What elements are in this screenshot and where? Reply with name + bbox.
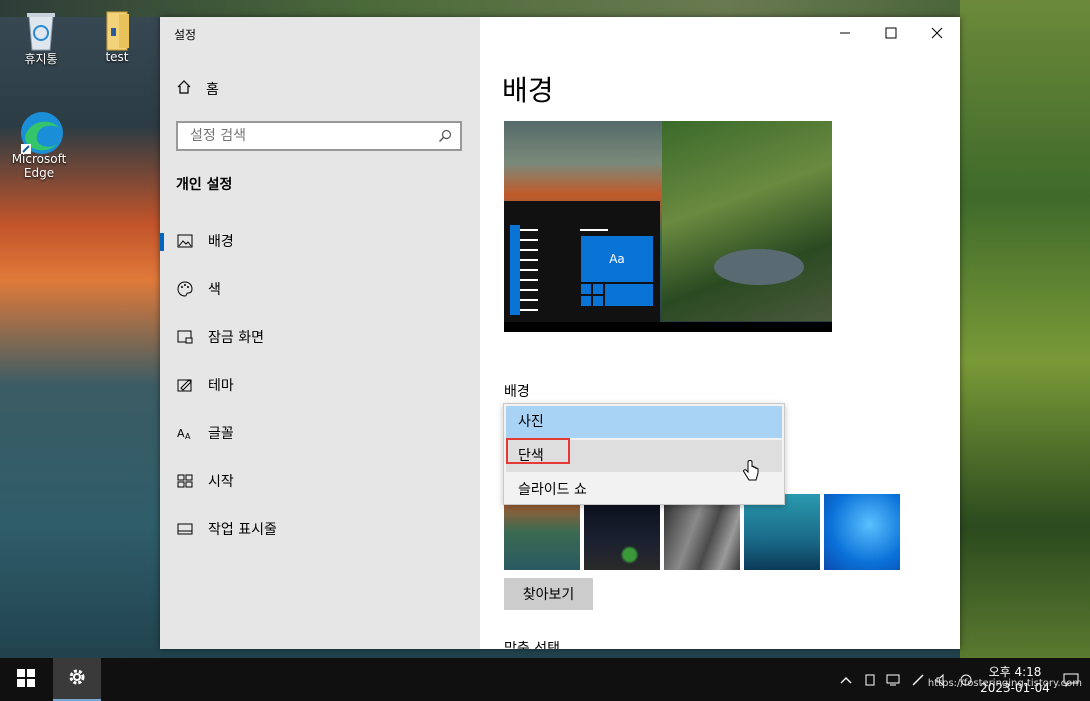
section-heading: 개인 설정 <box>176 177 233 193</box>
desktop-icon-edge[interactable]: Microsoft Edge <box>4 110 74 180</box>
wallpaper-forest <box>960 0 1090 658</box>
minimize-button[interactable] <box>822 17 868 49</box>
window-title: 설정 <box>174 28 197 42</box>
sidebar-item-fonts[interactable]: AA 글꼴 <box>160 413 480 453</box>
folder-icon <box>97 8 137 51</box>
sidebar-item-label: 작업 표시줄 <box>208 522 277 538</box>
preview-tile-large: Aa <box>580 235 654 283</box>
network-icon[interactable] <box>883 670 905 690</box>
image-icon <box>176 232 194 250</box>
theme-icon <box>176 376 194 394</box>
thumb-windows[interactable] <box>824 494 900 570</box>
edge-icon <box>19 110 63 154</box>
desktop-icon-recycle-bin[interactable]: 휴지통 <box>6 8 76 67</box>
sidebar-item-taskbar[interactable]: 작업 표시줄 <box>160 509 480 549</box>
preview-rock <box>714 249 804 285</box>
desktop-icon-label: test <box>105 50 129 64</box>
system-tray: https://fosteringing.tistory.com 오후 4:18… <box>834 658 1090 701</box>
fit-label: 맞춤 선택 <box>504 641 560 649</box>
annotation-highlight-box <box>506 438 570 464</box>
settings-window: 설정 홈 개인 설정 배경 색 잠금 화면 테마 <box>160 17 960 649</box>
preview-tile-small <box>580 283 592 295</box>
preview-forest <box>662 121 832 321</box>
desktop-icon-label: Microsoft Edge <box>11 152 67 180</box>
preview-tile-small <box>580 295 592 307</box>
preview-menu-strip <box>510 225 520 315</box>
svg-text:A: A <box>185 432 191 441</box>
desktop-icon-test-folder[interactable]: test <box>82 8 152 64</box>
browse-button[interactable]: 찾아보기 <box>504 578 593 610</box>
hand-cursor-icon <box>742 460 760 488</box>
sidebar-item-label: 잠금 화면 <box>208 330 264 346</box>
start-icon <box>176 472 194 490</box>
search-icon[interactable] <box>438 128 452 142</box>
background-type-label: 배경 <box>504 384 530 400</box>
background-preview: Aa <box>504 121 832 332</box>
sidebar-item-theme[interactable]: 테마 <box>160 365 480 405</box>
sidebar-item-label: 색 <box>208 282 221 298</box>
maximize-button[interactable] <box>868 17 914 49</box>
preview-tile-small <box>592 295 604 307</box>
font-icon: AA <box>176 424 194 442</box>
taskbar-icon <box>176 520 194 538</box>
sidebar-item-label: 배경 <box>208 234 234 250</box>
gear-icon <box>67 667 87 691</box>
palette-icon <box>176 280 194 298</box>
home-icon <box>176 79 192 99</box>
taskbar-settings-app[interactable] <box>53 658 101 701</box>
recycle-bin-icon <box>21 8 61 51</box>
pen-icon[interactable] <box>907 670 929 690</box>
sidebar: 설정 홈 개인 설정 배경 색 잠금 화면 테마 <box>160 17 480 649</box>
wallpaper-top <box>0 0 1090 17</box>
usb-icon[interactable] <box>859 670 881 690</box>
nav-home-label: 홈 <box>206 82 219 98</box>
windows-logo-icon <box>17 668 35 691</box>
page-title: 배경 <box>502 74 554 107</box>
svg-text:A: A <box>177 427 185 440</box>
sidebar-item-lock-screen[interactable]: 잠금 화면 <box>160 317 480 357</box>
start-button[interactable] <box>0 658 52 701</box>
preview-tile-header <box>580 229 608 231</box>
desktop-icon-label: 휴지통 <box>24 52 58 66</box>
preview-taskbar <box>504 322 832 332</box>
search-box[interactable] <box>176 121 462 151</box>
preview-start-menu: Aa <box>504 201 660 322</box>
taskbar: https://fosteringing.tistory.com 오후 4:18… <box>0 658 1090 701</box>
sidebar-item-label: 글꼴 <box>208 426 234 442</box>
sidebar-item-start[interactable]: 시작 <box>160 461 480 501</box>
sidebar-item-background[interactable]: 배경 <box>160 221 480 261</box>
dropdown-option-slideshow[interactable]: 슬라이드 쇼 <box>506 474 782 506</box>
close-button[interactable] <box>914 17 960 49</box>
sidebar-item-label: 시작 <box>208 474 234 490</box>
background-type-dropdown[interactable]: 사진 단색 슬라이드 쇼 <box>503 403 785 505</box>
sidebar-item-color[interactable]: 색 <box>160 269 480 309</box>
nav-home[interactable]: 홈 <box>176 79 219 99</box>
preview-tile-wide <box>604 283 654 307</box>
chevron-up-icon[interactable] <box>835 670 857 690</box>
dropdown-option-picture[interactable]: 사진 <box>506 406 782 438</box>
watermark-text: https://fosteringing.tistory.com <box>927 678 1082 689</box>
main-panel: 배경 Aa 배경 사진 단색 슬라이드 쇼 찾아보기 맞춤 선택 <box>480 17 960 649</box>
search-input[interactable] <box>188 123 432 149</box>
lock-screen-icon <box>176 328 194 346</box>
sidebar-item-label: 테마 <box>208 378 234 394</box>
preview-tile-small <box>592 283 604 295</box>
